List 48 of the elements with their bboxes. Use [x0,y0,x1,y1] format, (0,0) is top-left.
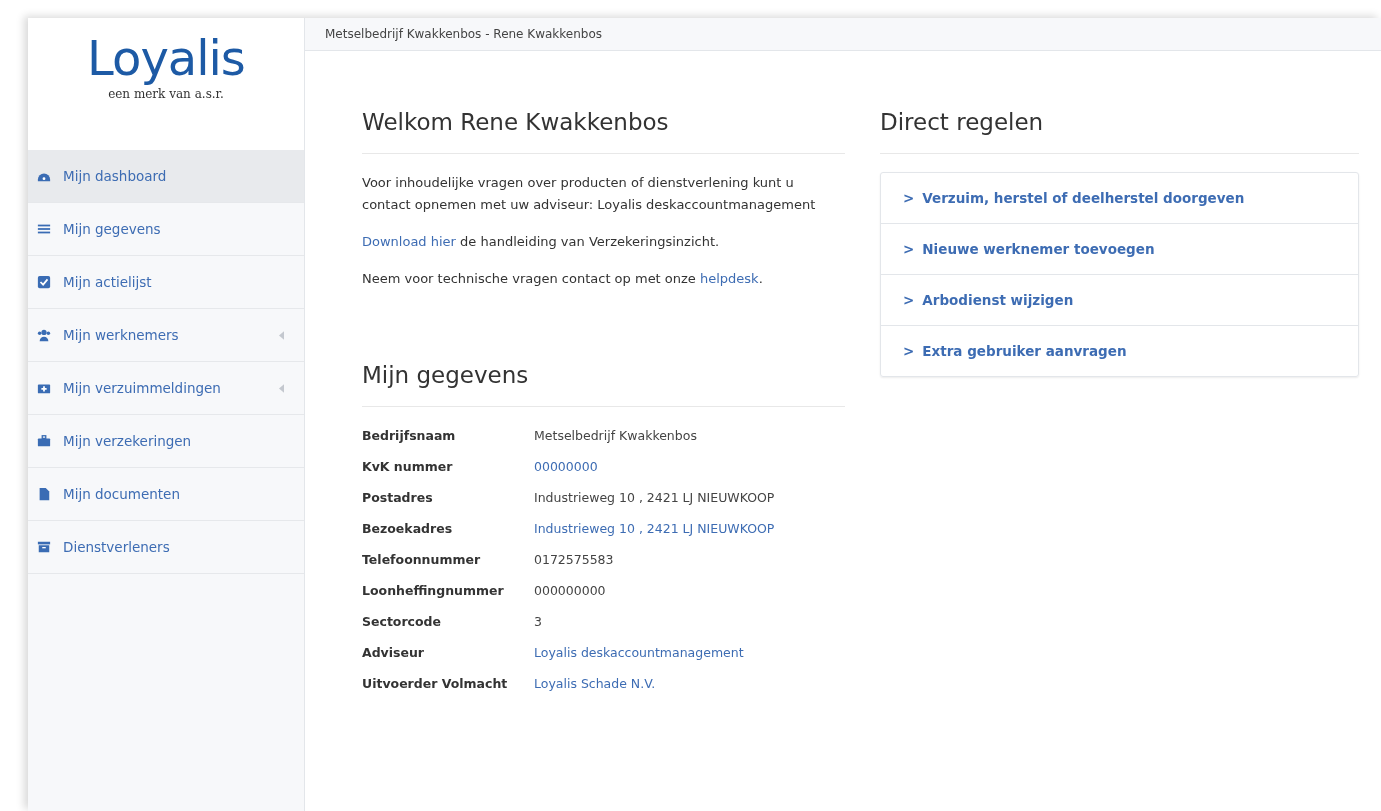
section-title: Welkom Rene Kwakkenbos [362,108,670,137]
field-label: Adviseur [362,644,425,662]
section-title: Direct regelen [880,108,1045,137]
field-value: 0172575583 [534,551,614,569]
logo-tagline: een merk van a.s.r. [108,86,224,101]
field-value: 3 [534,613,542,631]
field-value-link[interactable]: Loyalis deskaccountmanagement [534,642,744,664]
field-label: KvK nummer [362,458,453,476]
paragraph: Voor inhoudelijke vragen over producten of dienstverlening kunt u contact opnemen met uw adviseur: Loyalis deskaccountmanagement [362,174,817,214]
field-label: Bedrijfsnaam [362,427,456,445]
action-link[interactable]: > Verzuim, herstel of deelherstel doorgeven [881,173,1358,224]
link[interactable]: Download hier [362,234,456,249]
sidebar-item[interactable]: Mijn actielijst [28,256,304,309]
field-label: Bezoekadres [362,520,453,538]
sidebar-item[interactable]: Mijn gegevens [28,203,304,256]
field-label: Telefoonnummer [362,551,481,569]
sidebar-item[interactable]: Mijn werknemers [28,309,304,362]
field-value: Metselbedrijf Kwakkenbos [534,427,697,445]
document-icon [37,487,51,501]
field-value-link[interactable]: Industrieweg 10 , 2421 LJ NIEUWKOOP [534,518,775,540]
field-label: Sectorcode [362,613,442,631]
field-value: Industrieweg 10 , 2421 LJ NIEUWKOOP [534,489,775,507]
caret-icon [279,330,284,340]
sidebar-item[interactable]: Mijn dashboard [28,150,304,203]
field-label: Uitvoerder Volmacht [362,675,508,693]
sidebar-item[interactable]: Mijn verzuimmeldingen [28,362,304,415]
sidebar-item[interactable]: Dienstverleners [28,521,304,574]
field-value-link[interactable]: Loyalis Schade N.V. [534,673,656,695]
action-link[interactable]: > Nieuwe werknemer toevoegen [881,224,1358,275]
archive-icon [37,540,51,554]
sidebar-item[interactable]: Mijn verzekeringen [28,415,304,468]
field-value: 000000000 [534,582,606,600]
briefcase-icon [37,434,51,448]
checkbox-icon [37,275,51,289]
paragraph: Neem voor technische vragen contact op met onze helpdesk. [362,270,764,288]
field-label: Loonheffingnummer [362,582,504,600]
action-link[interactable]: > Arbodienst wijzigen [881,275,1358,326]
section-title: Mijn gegevens [362,361,530,390]
breadcrumb: Metselbedrijf Kwakkenbos - Rene Kwakkenbos [325,27,603,41]
users-icon [37,328,51,342]
field-label: Postadres [362,489,433,507]
paragraph: Download hier de handleiding van Verzekeringsinzicht. [362,233,721,251]
action-link[interactable]: > Extra gebruiker aanvragen [881,326,1358,376]
list-icon [37,222,51,236]
field-value-link[interactable]: 00000000 [534,456,598,478]
sidebar-item[interactable]: Mijn documenten [28,468,304,521]
caret-icon [279,383,284,393]
link[interactable]: helpdesk [700,271,759,286]
